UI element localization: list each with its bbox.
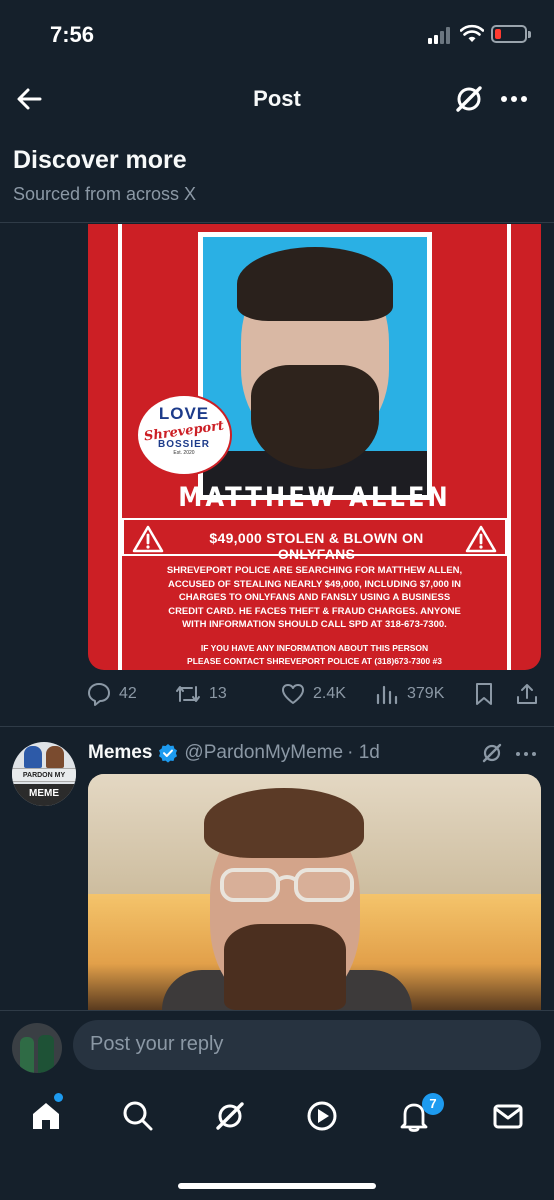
home-indicator[interactable] bbox=[178, 1183, 376, 1189]
messages-mail-icon[interactable] bbox=[490, 1098, 526, 1134]
wifi-icon bbox=[460, 24, 484, 42]
bookmark-icon[interactable] bbox=[472, 681, 496, 707]
like-button[interactable]: 2.4K bbox=[280, 680, 346, 708]
repost-count: 13 bbox=[209, 685, 227, 702]
more-options-icon[interactable] bbox=[514, 744, 538, 764]
search-icon[interactable] bbox=[120, 1098, 156, 1134]
view-count: 379K bbox=[407, 685, 445, 702]
tweet-image[interactable] bbox=[88, 774, 541, 1010]
post-image[interactable]: LOVE Shreveport BOSSIER Est. 2020 MATTHE… bbox=[88, 224, 541, 670]
views-button[interactable]: 379K bbox=[374, 680, 444, 708]
user-avatar[interactable] bbox=[12, 1023, 62, 1073]
glasses-shape bbox=[220, 868, 354, 902]
divider bbox=[0, 222, 554, 223]
post-actions: 42 13 2.4K 379K bbox=[86, 680, 546, 708]
share-icon[interactable] bbox=[514, 681, 540, 707]
reply-button[interactable]: 42 bbox=[86, 680, 137, 708]
warning-icon bbox=[465, 525, 497, 553]
avatar-label: MEME bbox=[12, 784, 76, 806]
love-shreveport-bossier-logo: LOVE Shreveport BOSSIER Est. 2020 bbox=[138, 396, 230, 474]
more-options-icon[interactable] bbox=[498, 84, 530, 114]
battery-icon bbox=[491, 25, 531, 43]
poster-border-line bbox=[118, 224, 122, 670]
poster-name: MATTHEW ALLEN bbox=[178, 482, 451, 513]
poster-body-text: SHREVEPORT POLICE ARE SEARCHING FOR MATT… bbox=[166, 565, 463, 630]
reply-input[interactable]: Post your reply bbox=[73, 1020, 541, 1070]
author-name[interactable]: Memes bbox=[88, 742, 152, 764]
cellular-signal-icon bbox=[428, 26, 454, 44]
poster-banner: $49,000 STOLEN & BLOWN ON ONLYFANS bbox=[122, 518, 507, 562]
grok-icon[interactable] bbox=[452, 82, 486, 116]
avatar-label: PARDON MY bbox=[12, 768, 76, 782]
grok-icon[interactable] bbox=[212, 1098, 248, 1134]
repost-icon bbox=[176, 686, 200, 702]
author-handle[interactable]: @PardonMyMeme bbox=[184, 742, 343, 764]
like-count: 2.4K bbox=[313, 685, 346, 702]
reply-count: 42 bbox=[119, 685, 137, 702]
status-time: 7:56 bbox=[50, 22, 95, 47]
heart-icon bbox=[282, 684, 304, 704]
post-header: Post bbox=[0, 70, 554, 128]
video-play-icon[interactable] bbox=[304, 1098, 340, 1134]
warning-icon bbox=[132, 525, 164, 553]
poster-banner-text: $49,000 STOLEN & BLOWN ON ONLYFANS bbox=[209, 530, 424, 562]
discover-subtitle: Sourced from across X bbox=[13, 184, 197, 204]
notifications-badge: 7 bbox=[422, 1093, 444, 1115]
reply-icon bbox=[88, 683, 110, 706]
tweet-header: Memes @PardonMyMeme · 1d bbox=[88, 740, 380, 766]
poster-contact-text: IF YOU HAVE ANY INFORMATION ABOUT THIS P… bbox=[187, 643, 442, 666]
avatar[interactable]: PARDON MY MEME bbox=[12, 742, 76, 806]
mugshot-photo bbox=[198, 232, 432, 500]
status-bar: 7:56 bbox=[0, 0, 554, 70]
home-unread-dot bbox=[54, 1093, 63, 1102]
poster-border-line bbox=[507, 224, 511, 670]
tweet-time: · 1d bbox=[347, 742, 380, 763]
grok-icon[interactable] bbox=[480, 741, 504, 765]
reply-composer: Post your reply bbox=[0, 1010, 554, 1086]
analytics-icon bbox=[376, 685, 398, 705]
divider bbox=[0, 726, 554, 727]
verified-badge-icon bbox=[159, 744, 178, 763]
discover-more-section: Discover more Sourced from across X bbox=[13, 146, 196, 205]
repost-button[interactable]: 13 bbox=[174, 680, 227, 708]
discover-title: Discover more bbox=[13, 146, 187, 174]
home-icon[interactable] bbox=[28, 1098, 64, 1134]
